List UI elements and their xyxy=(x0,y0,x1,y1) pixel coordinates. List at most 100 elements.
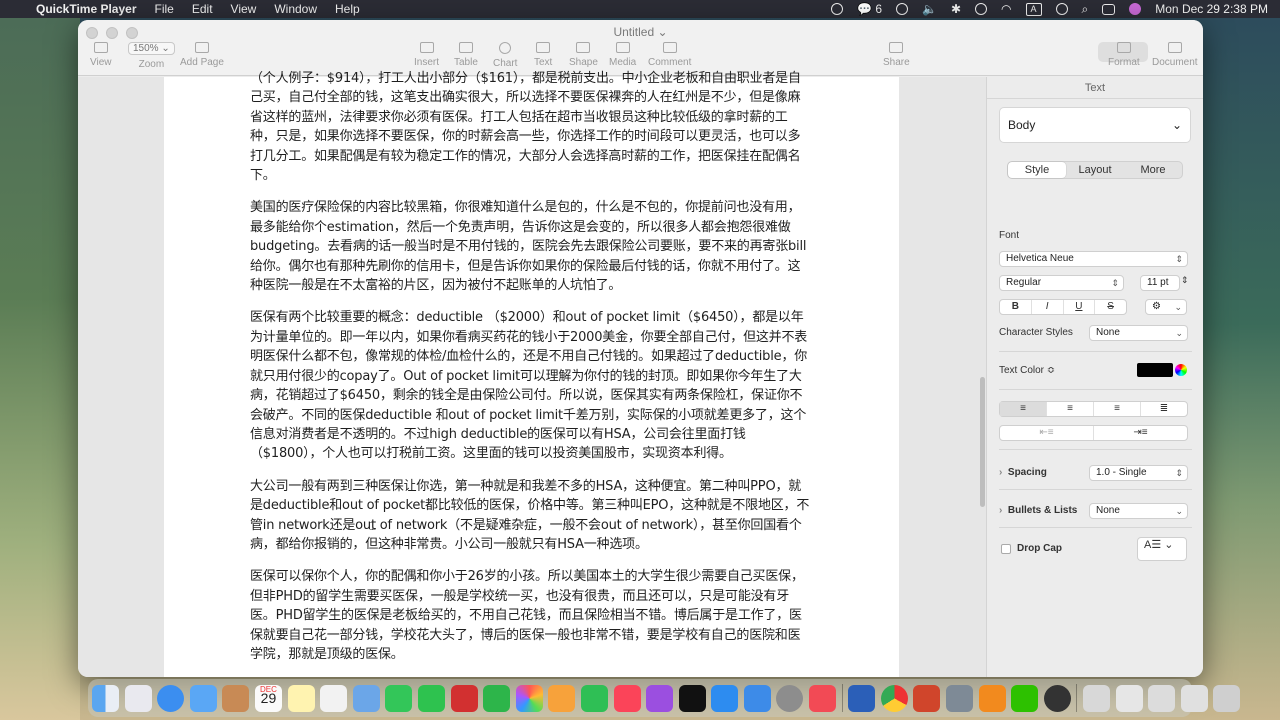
bluetooth-icon[interactable]: ✱ xyxy=(951,2,961,16)
system-settings-icon[interactable] xyxy=(776,684,804,712)
wifi-icon[interactable]: ◠ xyxy=(1001,2,1011,16)
character-styles-popup[interactable]: None ⌄ xyxy=(1089,325,1188,341)
insert-button[interactable]: Insert xyxy=(414,42,439,68)
time-machine-icon[interactable] xyxy=(1055,3,1068,15)
share-button[interactable]: Share xyxy=(883,42,910,68)
document-body[interactable]: （个人例子：$914），打工人出小部分（$161），都是税前支出。中小企业老板和… xyxy=(250,69,810,677)
spacing-disclosure[interactable]: › Spacing xyxy=(999,467,1047,478)
zoom-control[interactable]: 150% ⌄ Zoom xyxy=(128,42,175,70)
view-button[interactable]: View xyxy=(90,42,112,68)
wechat-status[interactable]: 💬 6 xyxy=(857,2,882,16)
messages-icon[interactable] xyxy=(385,684,413,712)
menu-view[interactable]: View xyxy=(231,2,257,16)
font-family-popup[interactable]: Helvetica Neue ⇕ xyxy=(999,251,1188,267)
media-button[interactable]: Media xyxy=(609,42,636,68)
wechat-icon[interactable] xyxy=(1011,684,1039,712)
drop-cap-checkbox[interactable] xyxy=(1001,544,1011,554)
siri-icon[interactable] xyxy=(1129,3,1142,15)
app-store-icon[interactable] xyxy=(711,684,739,712)
paragraph-1[interactable]: （个人例子：$914），打工人出小部分（$161），都是税前支出。中小企业老板和… xyxy=(250,69,810,185)
word-icon[interactable] xyxy=(848,684,876,712)
play-pause-icon[interactable] xyxy=(975,3,988,15)
numbers-icon[interactable] xyxy=(580,684,608,712)
align-right-icon[interactable]: ≡ xyxy=(1094,402,1141,416)
paragraph-style-popup[interactable]: Body ⌄ xyxy=(999,107,1191,143)
record-icon[interactable] xyxy=(831,3,844,15)
menu-app-name[interactable]: QuickTime Player xyxy=(36,2,137,16)
freeform-icon[interactable] xyxy=(320,684,348,712)
menu-file[interactable]: File xyxy=(155,2,174,16)
align-center-icon[interactable]: ≡ xyxy=(1047,402,1094,416)
text-color-label[interactable]: Text Color ≎ xyxy=(999,365,1055,376)
document-page[interactable]: （个人例子：$914），打工人出小部分（$161），都是税前支出。中小企业老板和… xyxy=(164,71,899,677)
format-button[interactable]: Format xyxy=(1108,42,1140,68)
play-icon[interactable] xyxy=(896,3,909,15)
facetime-alt-icon[interactable] xyxy=(483,684,511,712)
bold-button[interactable]: B xyxy=(1000,300,1032,314)
window-title[interactable]: Untitled ⌄ xyxy=(78,25,1203,39)
text-color-swatch[interactable] xyxy=(1137,363,1173,377)
strikethrough-button[interactable]: S xyxy=(1095,300,1126,314)
spotlight-icon[interactable]: ⌕ xyxy=(1082,2,1089,17)
books-icon[interactable] xyxy=(978,684,1006,712)
decrease-indent-icon[interactable]: ⇤≡ xyxy=(1000,426,1094,440)
finder-icon[interactable] xyxy=(92,684,119,712)
screenshots-stack-icon[interactable] xyxy=(1148,684,1176,712)
add-page-button[interactable]: Add Page xyxy=(180,42,224,68)
chrome-icon[interactable] xyxy=(880,684,908,712)
document-button[interactable]: Document xyxy=(1152,42,1198,68)
align-justify-icon[interactable]: ≣ xyxy=(1141,402,1187,416)
shape-button[interactable]: Shape xyxy=(569,42,598,68)
volume-icon[interactable]: 🔈 xyxy=(922,2,937,16)
paragraph-2[interactable]: 美国的医疗保险保的内容比较黑箱，你很难知道什么是包的，什么是不包的，你提前问也没… xyxy=(250,198,810,295)
menu-help[interactable]: Help xyxy=(335,2,360,16)
bullets-popup[interactable]: None ⌄ xyxy=(1089,503,1188,519)
text-options-popup[interactable]: ⚙ ⌄ xyxy=(1145,299,1187,315)
calendar-icon[interactable]: DEC 29 xyxy=(254,684,282,712)
trash-icon[interactable] xyxy=(1213,684,1241,712)
chart-button[interactable]: Chart xyxy=(493,42,517,69)
tab-more[interactable]: More xyxy=(1124,162,1182,178)
downloads-stack-icon[interactable] xyxy=(1083,684,1110,712)
photos-icon[interactable] xyxy=(515,684,543,712)
control-center-icon[interactable] xyxy=(1102,3,1116,15)
increase-indent-icon[interactable]: ⇥≡ xyxy=(1094,426,1187,440)
powerpoint-icon[interactable] xyxy=(913,684,941,712)
bullets-disclosure[interactable]: › Bullets & Lists xyxy=(999,505,1077,516)
mail-icon[interactable] xyxy=(189,684,217,712)
zoom-value[interactable]: 150% ⌄ xyxy=(128,42,175,55)
safari-icon[interactable] xyxy=(157,684,185,712)
pages-icon[interactable] xyxy=(548,684,576,712)
text-button[interactable]: Text xyxy=(534,42,552,68)
podcasts-icon[interactable] xyxy=(646,684,674,712)
tab-style[interactable]: Style xyxy=(1008,162,1066,178)
menu-window[interactable]: Window xyxy=(274,2,317,16)
documents-stack-icon[interactable] xyxy=(1115,684,1143,712)
preview-alt-icon[interactable] xyxy=(946,684,974,712)
paragraph-5[interactable]: 医保可以保你个人，你的配偶和你小于26岁的小孩。所以美国本土的大学生很少需要自己… xyxy=(250,567,810,664)
quicktime-icon[interactable] xyxy=(1043,684,1071,712)
contacts-icon[interactable] xyxy=(222,684,250,712)
music-icon[interactable] xyxy=(613,684,641,712)
menu-edit[interactable]: Edit xyxy=(192,2,213,16)
input-source-icon[interactable]: A xyxy=(1025,2,1042,16)
photo-booth-icon[interactable] xyxy=(450,684,478,712)
news-icon[interactable] xyxy=(809,684,837,712)
italic-button[interactable]: I xyxy=(1032,300,1064,314)
align-left-icon[interactable]: ≡ xyxy=(1000,402,1047,416)
color-wheel-icon[interactable] xyxy=(1175,364,1187,376)
window-thumbnail-icon[interactable] xyxy=(1180,684,1208,712)
paragraph-4[interactable]: 大公司一般有两到三种医保让你选，第一种就是和我差不多的HSA，这种便宜。第二种叫… xyxy=(250,477,810,555)
preview-icon[interactable] xyxy=(352,684,380,712)
document-scrollbar[interactable] xyxy=(980,377,985,507)
menu-clock[interactable]: Mon Dec 29 2:38 PM xyxy=(1155,2,1268,16)
notes-icon[interactable] xyxy=(287,684,315,712)
font-size-field[interactable]: 11 pt xyxy=(1140,275,1180,291)
underline-button[interactable]: U xyxy=(1064,300,1096,314)
table-button[interactable]: Table xyxy=(454,42,478,68)
drop-cap-style-popup[interactable]: A☰ ⌄ xyxy=(1137,537,1187,561)
paragraph-3[interactable]: 医保有两个比较重要的概念：deductible （$2000）和out of p… xyxy=(250,308,810,463)
font-style-popup[interactable]: Regular ⇕ xyxy=(999,275,1124,291)
font-size-stepper[interactable]: ⇕ xyxy=(1181,275,1189,286)
launchpad-icon[interactable] xyxy=(124,684,152,712)
